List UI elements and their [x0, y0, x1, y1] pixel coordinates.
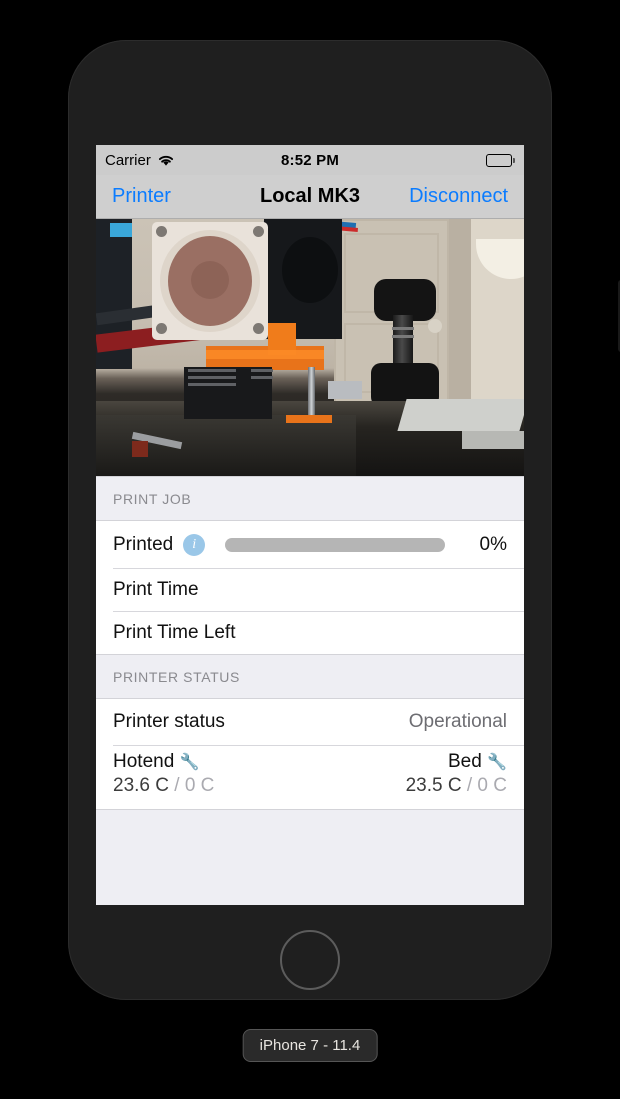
- hotend-label-line: Hotend 🔧: [113, 751, 310, 773]
- status-bar: Carrier 8:52 PM: [96, 145, 524, 175]
- bed-temperature-cell[interactable]: Bed 🔧 23.5 C / 0 C: [310, 751, 507, 797]
- section-header-print-job: PRINT JOB: [96, 476, 524, 521]
- carrier-label: Carrier: [105, 151, 151, 169]
- print-time-label: Print Time: [113, 578, 199, 600]
- bed-temperature-value: 23.5 C / 0 C: [310, 775, 507, 797]
- section-header-printer-status: PRINTER STATUS: [96, 654, 524, 699]
- hotend-separator: /: [168, 775, 185, 796]
- status-bar-right: [486, 153, 515, 167]
- print-progress-bar: [225, 537, 445, 552]
- row-temperatures[interactable]: Hotend 🔧 23.6 C / 0 C Bed 🔧 23.5 C / 0 C: [96, 745, 524, 809]
- printed-label: Printed: [113, 533, 174, 555]
- print-time-left-label: Print Time Left: [113, 621, 236, 643]
- printer-status-label: Printer status: [113, 711, 225, 732]
- disconnect-button[interactable]: Disconnect: [409, 185, 508, 208]
- app-screen: Carrier 8:52 PM Printer Local MK3 Discon…: [96, 145, 524, 905]
- bed-label: Bed: [447, 751, 482, 772]
- list-empty-area: [96, 809, 524, 905]
- hotend-target: 0 C: [184, 775, 215, 796]
- hotend-temperature-cell[interactable]: Hotend 🔧 23.6 C / 0 C: [113, 751, 310, 797]
- home-button[interactable]: [280, 930, 340, 990]
- hotend-temperature-value: 23.6 C / 0 C: [113, 775, 310, 797]
- row-printer-status[interactable]: Printer status Operational: [96, 699, 524, 745]
- hotend-label: Hotend: [113, 751, 175, 772]
- wrench-icon[interactable]: 🔧: [180, 754, 200, 771]
- battery-icon: [486, 153, 515, 167]
- print-progress-percent: 0%: [479, 533, 507, 555]
- hotend-actual: 23.6 C: [113, 775, 169, 796]
- printer-status-value: Operational: [408, 711, 507, 732]
- back-button-printer[interactable]: Printer: [112, 185, 171, 208]
- row-print-time-left[interactable]: Print Time Left: [96, 611, 524, 654]
- printer-webcam-stream[interactable]: [96, 219, 524, 476]
- row-print-time[interactable]: Print Time: [96, 568, 524, 611]
- simulator-device-label: iPhone 7 - 11.4: [242, 1029, 378, 1062]
- bed-actual: 23.5 C: [405, 775, 462, 796]
- info-icon[interactable]: i: [183, 533, 206, 556]
- wifi-icon: [157, 153, 175, 167]
- bed-separator: /: [461, 775, 478, 796]
- settings-list: PRINT JOB Printed i 0% Print Time Print …: [96, 476, 524, 905]
- bed-label-line: Bed 🔧: [310, 751, 507, 773]
- status-bar-left: Carrier: [105, 152, 175, 169]
- bed-target: 0 C: [477, 775, 507, 796]
- navigation-bar: Printer Local MK3 Disconnect: [96, 175, 524, 219]
- row-printed-progress[interactable]: Printed i 0%: [96, 521, 524, 568]
- wrench-icon[interactable]: 🔧: [487, 754, 507, 771]
- simulator-window: Carrier 8:52 PM Printer Local MK3 Discon…: [0, 0, 620, 1099]
